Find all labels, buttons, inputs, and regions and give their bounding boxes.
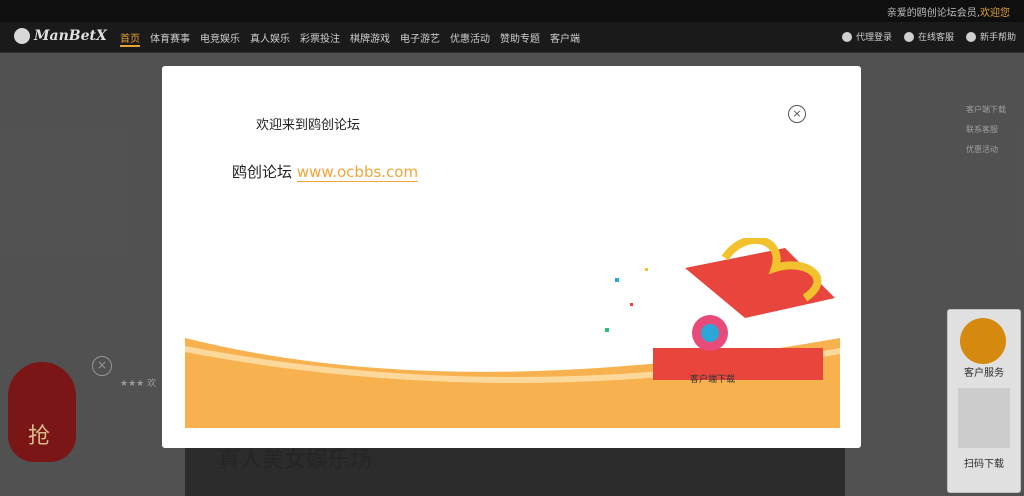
logo-text: ManBetX (34, 28, 107, 44)
chat-icon (903, 31, 914, 42)
nav-item-chess[interactable]: 棋牌游戏 (350, 30, 390, 47)
help-link[interactable]: 新手帮助 (965, 30, 1016, 43)
main-nav-bar: ManBetX 首页 体育赛事 电竞娱乐 真人娱乐 彩票投注 棋牌游戏 电子游艺… (0, 22, 1024, 53)
nav-item-sports[interactable]: 体育赛事 (150, 30, 190, 47)
logo-icon (14, 28, 30, 44)
lightning-icon (841, 31, 852, 42)
client-download-label[interactable]: 客户端下载 (690, 372, 735, 385)
gift-box-lid (685, 248, 835, 318)
welcome-text: 亲爱的鸥创论坛会员,欢迎您 (886, 8, 1010, 19)
site-url-link[interactable]: www.ocbbs.com (296, 163, 419, 182)
logo[interactable]: ManBetX (14, 28, 107, 44)
welcome-highlight: 欢迎您 (980, 8, 1010, 19)
welcome-modal: 欢迎来到鸥创论坛 × 鸥创论坛 www.ocbbs.com 客户端下载 (162, 66, 861, 448)
nav-item-promotions[interactable]: 优惠活动 (450, 30, 490, 47)
nav-menu: 首页 体育赛事 电竞娱乐 真人娱乐 彩票投注 棋牌游戏 电子游艺 优惠活动 赞助… (120, 30, 590, 47)
nav-right-links: 代理登录 在线客服 新手帮助 (841, 30, 1016, 43)
top-bar: 亲爱的鸥创论坛会员,欢迎您 (0, 0, 1024, 22)
nav-item-lottery[interactable]: 彩票投注 (300, 30, 340, 47)
download-banner-illustration[interactable] (185, 238, 840, 428)
site-link-row: 鸥创论坛 www.ocbbs.com (232, 161, 419, 182)
nav-item-esports[interactable]: 电竞娱乐 (200, 30, 240, 47)
agent-login-link[interactable]: 代理登录 (841, 30, 892, 43)
nav-item-home[interactable]: 首页 (120, 30, 140, 47)
site-label: 鸥创论坛 (232, 163, 293, 181)
online-service-link[interactable]: 在线客服 (903, 30, 954, 43)
question-icon (965, 31, 976, 42)
nav-item-live-casino[interactable]: 真人娱乐 (250, 30, 290, 47)
nav-item-client[interactable]: 客户端 (550, 30, 580, 47)
nav-item-slots[interactable]: 电子游艺 (400, 30, 440, 47)
nav-item-sponsorship[interactable]: 赞助专题 (500, 30, 540, 47)
modal-title: 欢迎来到鸥创论坛 (256, 118, 361, 133)
gift-box-base (653, 348, 823, 380)
modal-close-icon[interactable]: × (788, 105, 806, 123)
